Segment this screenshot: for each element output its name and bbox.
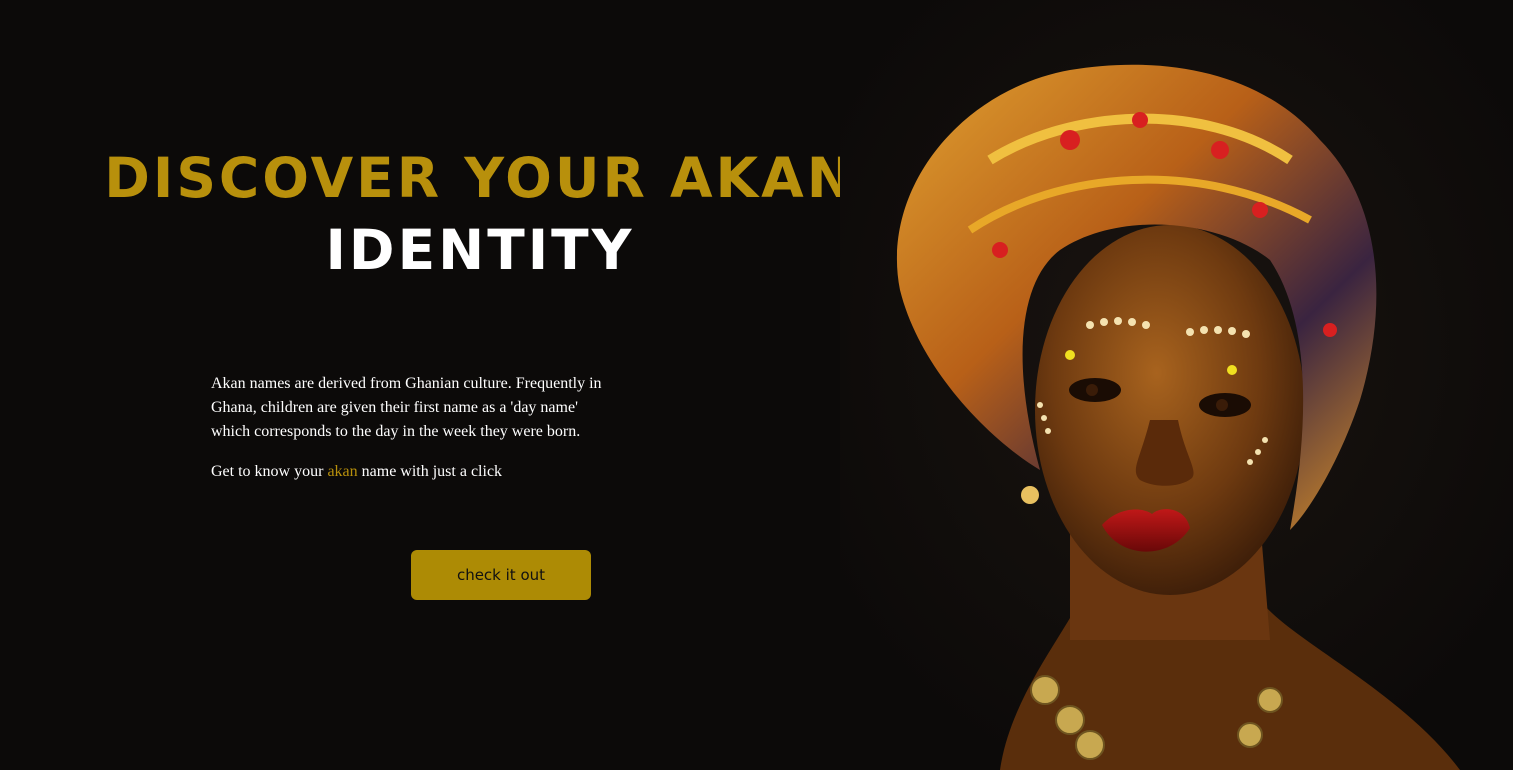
landing-page: DISCOVER YOUR AKAN IDENTITY Akan names a…	[0, 0, 1513, 770]
hero-title-line2: IDENTITY	[325, 218, 635, 282]
hero-title: DISCOVER YOUR AKAN IDENTITY	[100, 142, 860, 286]
tagline-text-end: name with just a click	[357, 463, 503, 480]
hero-tagline: Get to know your akan name with just a c…	[211, 460, 611, 484]
hero-portrait-image	[840, 0, 1513, 770]
tagline-accent-word: akan	[327, 463, 358, 480]
hero-title-line1: DISCOVER YOUR AKAN	[104, 146, 856, 210]
hero-description: Akan names are derived from Ghanian cult…	[211, 375, 602, 440]
tagline-text-start: Get to know your	[211, 463, 328, 480]
check-it-out-button[interactable]: check it out	[411, 550, 591, 600]
